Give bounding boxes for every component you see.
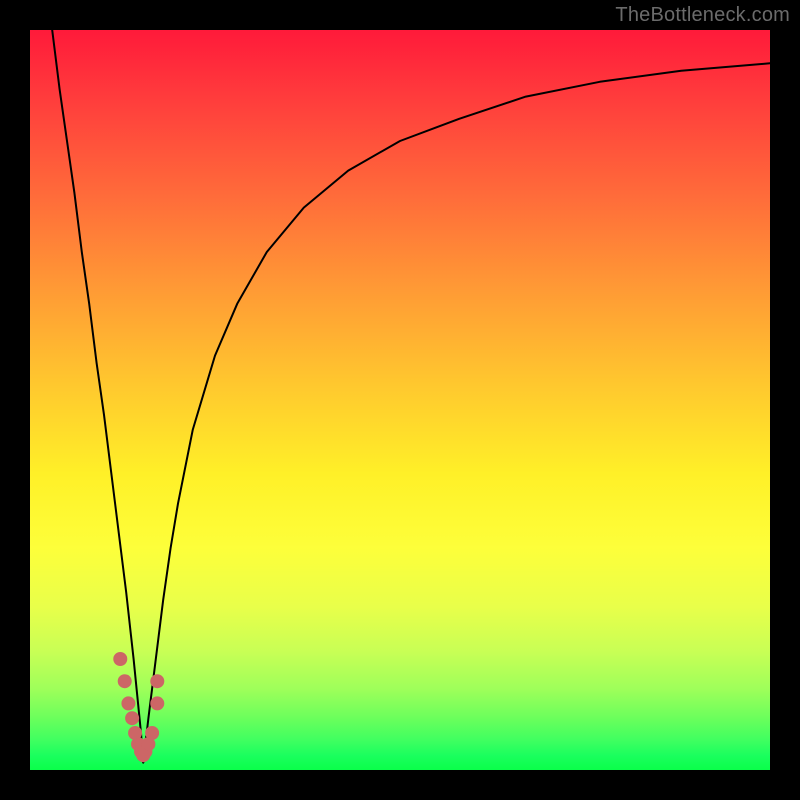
chart-frame: TheBottleneck.com <box>0 0 800 800</box>
scatter-point <box>151 697 164 710</box>
watermark-text: TheBottleneck.com <box>615 4 790 27</box>
scatter-point <box>126 712 139 725</box>
curve-left-branch <box>52 30 143 763</box>
curve-right-branch <box>143 63 770 762</box>
scatter-point <box>114 653 127 666</box>
scatter-point <box>151 675 164 688</box>
scatter-point <box>146 727 159 740</box>
scatter-point <box>122 697 135 710</box>
plot-svg <box>30 30 770 770</box>
plot-area <box>30 30 770 770</box>
scatter-point <box>118 675 131 688</box>
